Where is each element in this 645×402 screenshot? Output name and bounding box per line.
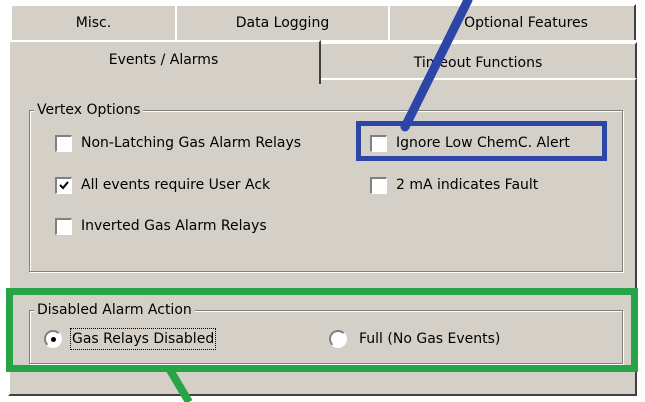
2ma-indicates-fault-option[interactable]: 2 mA indicates Fault — [370, 175, 590, 195]
tab-label: Events / Alarms — [108, 52, 219, 68]
inverted-gas-alarm-relays-checkbox[interactable] — [55, 217, 72, 235]
all-events-require-user-ack-option[interactable]: All events require User Ack — [55, 175, 340, 195]
vertex-options-legend: Vertex Options — [34, 102, 144, 118]
tab-label: Timeout Functions — [413, 55, 543, 71]
disabled-alarm-action-legend: Disabled Alarm Action — [34, 302, 195, 318]
inverted-gas-alarm-relays-label: Inverted Gas Alarm Relays — [81, 218, 267, 234]
tab-data-logging[interactable]: Data Logging — [175, 4, 390, 40]
ignore-low-chemc-alert-checkbox[interactable] — [370, 134, 387, 152]
ignore-low-chemc-alert-option[interactable]: Ignore Low ChemC. Alert — [370, 133, 610, 153]
tab-label: Data Logging — [235, 15, 330, 31]
all-events-require-user-ack-label: All events require User Ack — [81, 177, 271, 193]
tab-timeout-functions[interactable]: Timeout Functions — [319, 42, 637, 80]
non-latching-gas-alarm-relays-checkbox[interactable] — [55, 134, 72, 152]
2ma-indicates-fault-checkbox[interactable] — [370, 176, 387, 194]
gas-relays-disabled-label: Gas Relays Disabled — [69, 328, 217, 350]
all-events-require-user-ack-checkbox[interactable] — [55, 176, 72, 194]
tab-label: Optional Features — [464, 15, 588, 31]
tab-optional-features[interactable]: Optional Features — [388, 4, 636, 40]
gas-relays-disabled-option[interactable]: Gas Relays Disabled — [44, 328, 264, 350]
inverted-gas-alarm-relays-option[interactable]: Inverted Gas Alarm Relays — [55, 216, 340, 236]
full-no-gas-events-radio[interactable] — [329, 330, 347, 348]
gas-relays-disabled-radio[interactable] — [44, 330, 62, 348]
tab-label: Misc. — [75, 15, 112, 31]
tab-events-alarms[interactable]: Events / Alarms — [8, 40, 321, 84]
full-no-gas-events-option[interactable]: Full (No Gas Events) — [329, 328, 549, 350]
full-no-gas-events-label: Full (No Gas Events) — [359, 331, 501, 347]
tab-misc[interactable]: Misc. — [10, 4, 177, 40]
2ma-indicates-fault-label: 2 mA indicates Fault — [396, 177, 539, 193]
non-latching-gas-alarm-relays-option[interactable]: Non-Latching Gas Alarm Relays — [55, 133, 340, 153]
checkmark-icon — [59, 181, 69, 190]
ignore-low-chemc-alert-label: Ignore Low ChemC. Alert — [396, 135, 570, 151]
non-latching-gas-alarm-relays-label: Non-Latching Gas Alarm Relays — [81, 135, 302, 151]
